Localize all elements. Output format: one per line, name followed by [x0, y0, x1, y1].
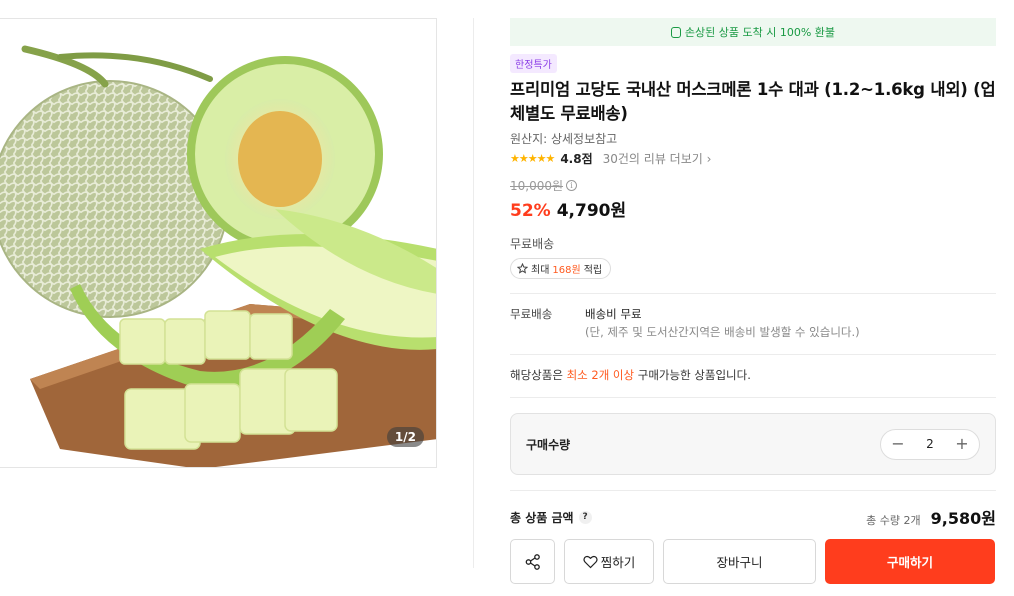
- coin-icon: [670, 26, 681, 38]
- buy-label: 구매하기: [886, 555, 933, 570]
- quantity-stepper: − 2 +: [880, 428, 980, 460]
- points-amount: 168원: [552, 265, 581, 276]
- total-summary: 총 수량 2개 9,580원: [866, 505, 996, 529]
- divider: [510, 397, 996, 398]
- quantity-decrease-button[interactable]: −: [889, 435, 907, 453]
- points-badge: 최대 168원 적립: [510, 258, 612, 279]
- share-button[interactable]: [510, 539, 555, 584]
- min-order-notice: 해당상품은 최소 2개 이상 구매가능한 상품입니다.: [510, 355, 996, 397]
- points-prefix: 최대: [531, 265, 550, 276]
- original-price: 10,000원: [510, 179, 564, 193]
- buy-button[interactable]: 구매하기: [825, 539, 995, 584]
- wishlist-button[interactable]: 찜하기: [564, 539, 654, 584]
- total-price: 9,580원: [930, 509, 996, 528]
- review-link-label: 30건의 리뷰 더보기: [602, 152, 703, 166]
- rating-stars-icon: ★★★★★: [510, 152, 555, 165]
- quantity-box: 구매수량 − 2 +: [510, 413, 996, 475]
- refund-banner: 손상된 상품 도착 시 100% 환불: [510, 18, 996, 46]
- product-origin: 원산지: 상세정보참고: [510, 132, 618, 146]
- sale-price: 4,790원: [556, 201, 627, 221]
- cart-button[interactable]: 장바구니: [663, 539, 816, 584]
- shipping-detail-value: 배송비 무료: [585, 307, 642, 321]
- review-link[interactable]: 30건의 리뷰 더보기 ›: [603, 150, 712, 167]
- rating-score: 4.8점: [560, 152, 593, 166]
- points-suffix: 적립: [583, 265, 603, 276]
- chevron-right-icon: ›: [706, 152, 712, 166]
- shipping-detail-note: (단, 제주 및 도서산간지역은 배송비 발생할 수 있습니다.): [585, 325, 860, 339]
- min-order-highlight: 최소 2개 이상: [566, 368, 635, 382]
- product-info-panel: 손상된 상품 도착 시 100% 환불 한정특가 프리미엄 고당도 국내산 머스…: [510, 18, 996, 584]
- limited-deal-badge: 한정특가: [510, 54, 557, 73]
- original-price-row: 10,000원 i: [510, 177, 996, 194]
- quantity-value[interactable]: 2: [926, 437, 934, 451]
- shipping-detail-key: 무료배송: [510, 307, 553, 321]
- help-icon[interactable]: ?: [578, 510, 592, 524]
- heart-icon: [583, 555, 598, 568]
- share-icon: [525, 553, 540, 570]
- column-divider: [473, 18, 474, 568]
- cart-label: 장바구니: [716, 555, 763, 570]
- price-row: 52% 4,790원: [510, 196, 996, 221]
- min-order-suffix: 구매가능한 상품입니다.: [637, 368, 751, 382]
- total-row: 총 상품 금액 ? 총 수량 2개 9,580원: [510, 491, 996, 529]
- product-title: 프리미엄 고당도 국내산 머스크메론 1수 대과 (1.2~1.6kg 내외) …: [510, 80, 996, 123]
- points-icon: [517, 263, 528, 274]
- product-image[interactable]: 1/2: [0, 18, 437, 468]
- refund-banner-text: 손상된 상품 도착 시 100% 환불: [684, 26, 836, 39]
- quantity-increase-button[interactable]: +: [953, 435, 971, 453]
- info-icon[interactable]: i: [566, 180, 578, 191]
- shipping-detail: 무료배송 배송비 무료 (단, 제주 및 도서산간지역은 배송비 발생할 수 있…: [510, 294, 996, 354]
- shipping-label: 무료배송: [510, 237, 555, 251]
- total-quantity: 총 수량 2개: [866, 514, 921, 527]
- action-buttons: 찜하기 장바구니 구매하기: [510, 539, 996, 584]
- melon-illustration: [0, 19, 436, 467]
- image-counter: 1/2: [386, 427, 424, 447]
- total-label: 총 상품 금액: [510, 510, 574, 525]
- total-label-group: 총 상품 금액 ?: [510, 509, 592, 526]
- discount-rate: 52%: [510, 201, 551, 221]
- rating-row: ★★★★★ 4.8점 30건의 리뷰 더보기 ›: [510, 150, 996, 167]
- wishlist-label: 찜하기: [600, 555, 636, 570]
- min-order-prefix: 해당상품은: [510, 368, 563, 382]
- quantity-label: 구매수량: [526, 437, 571, 452]
